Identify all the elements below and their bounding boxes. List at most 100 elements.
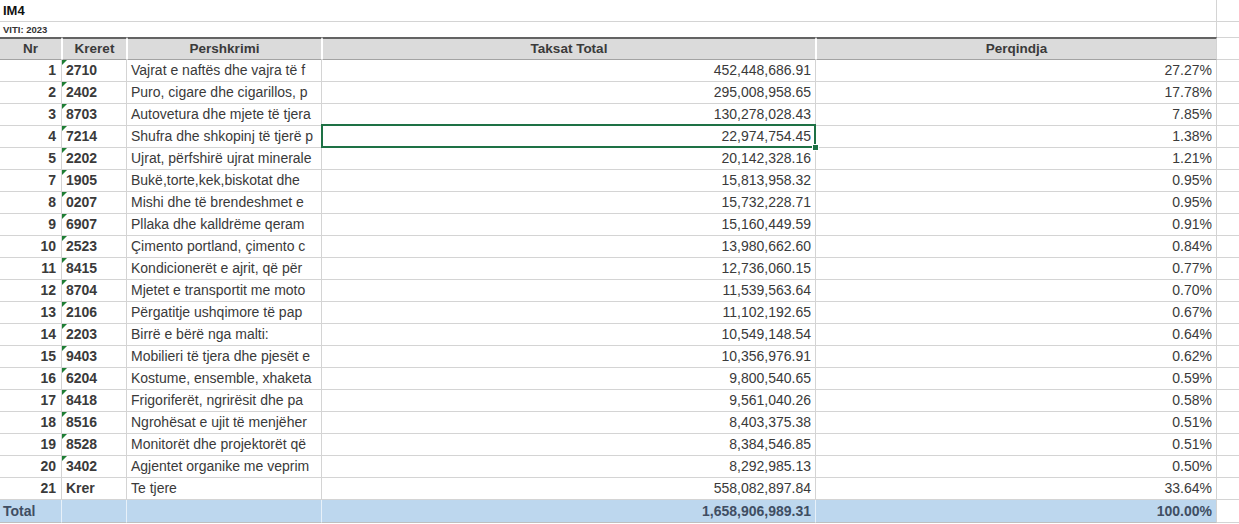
cell-taksat[interactable]: 9,800,540.65 <box>322 368 816 390</box>
cell-pershkrimi[interactable]: Ujrat, përfshirë ujrat minerale <box>127 148 322 170</box>
cell-perqindja[interactable]: 0.51% <box>816 434 1217 456</box>
cell-kreret[interactable]: 2203 <box>62 324 127 346</box>
cell-pershkrimi[interactable]: Pllaka dhe kalldrëme qeram <box>127 214 322 236</box>
cell-pershkrimi[interactable]: Ngrohësat e ujit të menjëher <box>127 412 322 434</box>
cell-empty[interactable] <box>1217 148 1239 170</box>
column-header-nr[interactable]: Nr <box>0 37 62 60</box>
cell-kreret[interactable]: 8704 <box>62 280 127 302</box>
cell-pershkrimi[interactable]: Te tjere <box>127 478 322 500</box>
cell-empty[interactable] <box>1217 412 1239 434</box>
cell-perqindja[interactable]: 0.77% <box>816 258 1217 280</box>
cell-empty[interactable] <box>1217 126 1239 148</box>
cell-nr[interactable]: 16 <box>0 368 62 390</box>
cell-kreret[interactable]: 6907 <box>62 214 127 236</box>
cell-perqindja[interactable]: 0.67% <box>816 302 1217 324</box>
cell-nr[interactable]: 14 <box>0 324 62 346</box>
cell-nr[interactable]: 1 <box>0 60 62 82</box>
cell-nr[interactable]: 17 <box>0 390 62 412</box>
cell-pershkrimi[interactable]: Monitorët dhe projektorët që <box>127 434 322 456</box>
cell-perqindja[interactable]: 0.95% <box>816 192 1217 214</box>
report-year[interactable]: VITI: 2023 <box>3 24 47 35</box>
total-cell-pershkrimi[interactable] <box>127 500 322 523</box>
cell-empty[interactable] <box>1217 302 1239 324</box>
cell-nr[interactable]: 11 <box>0 258 62 280</box>
cell-kreret[interactable]: 2202 <box>62 148 127 170</box>
cell-taksat[interactable]: 130,278,028.43 <box>322 104 816 126</box>
cell-empty[interactable] <box>1217 258 1239 280</box>
column-header-taksat-total[interactable]: Taksat Total <box>322 37 816 60</box>
cell-nr[interactable]: 12 <box>0 280 62 302</box>
cell-pershkrimi[interactable]: Përgatitje ushqimore të pap <box>127 302 322 324</box>
column-header-empty[interactable] <box>1217 37 1239 60</box>
cell-perqindja[interactable]: 0.84% <box>816 236 1217 258</box>
cell-nr[interactable]: 8 <box>0 192 62 214</box>
cell-nr[interactable]: 20 <box>0 456 62 478</box>
cell-taksat[interactable]: 452,448,686.91 <box>322 60 816 82</box>
cell-nr[interactable]: 7 <box>0 170 62 192</box>
cell-pershkrimi[interactable]: Mobilieri të tjera dhe pjesët e <box>127 346 322 368</box>
total-taksat[interactable]: 1,658,906,989.31 <box>322 500 816 523</box>
cell-empty[interactable] <box>1217 368 1239 390</box>
cell-kreret[interactable]: 9403 <box>62 346 127 368</box>
cell-empty[interactable] <box>1217 280 1239 302</box>
cell-pershkrimi[interactable]: Shufra dhe shkopinj të tjerë p <box>127 126 322 148</box>
column-header-pershkrimi[interactable]: Pershkrimi <box>127 37 322 60</box>
cell-taksat[interactable]: 8,292,985.13 <box>322 456 816 478</box>
cell-pershkrimi[interactable]: Mjetet e transportit me moto <box>127 280 322 302</box>
cell-taksat[interactable]: 15,813,958.32 <box>322 170 816 192</box>
cell-kreret[interactable]: Krer <box>62 478 127 500</box>
cell-taksat[interactable]: 8,403,375.38 <box>322 412 816 434</box>
cell-empty[interactable] <box>1217 346 1239 368</box>
cell-kreret[interactable]: 2106 <box>62 302 127 324</box>
cell-taksat[interactable]: 10,356,976.91 <box>322 346 816 368</box>
cell-nr[interactable]: 19 <box>0 434 62 456</box>
cell-empty[interactable] <box>1217 170 1239 192</box>
cell-perqindja[interactable]: 0.91% <box>816 214 1217 236</box>
cell-nr[interactable]: 13 <box>0 302 62 324</box>
cell-empty[interactable] <box>1217 214 1239 236</box>
cell-pershkrimi[interactable]: Mishi dhe të brendeshmet e <box>127 192 322 214</box>
cell-empty[interactable] <box>1217 324 1239 346</box>
cell-taksat[interactable]: 9,561,040.26 <box>322 390 816 412</box>
cell-taksat[interactable]: 558,082,897.84 <box>322 478 816 500</box>
cell-empty[interactable] <box>1217 60 1239 82</box>
column-header-perqindja[interactable]: Perqindja <box>816 37 1217 60</box>
cell-perqindja[interactable]: 0.58% <box>816 390 1217 412</box>
cell-pershkrimi[interactable]: Kondicionerët e ajrit, që për <box>127 258 322 280</box>
cell-taksat[interactable]: 12,736,060.15 <box>322 258 816 280</box>
cell-kreret[interactable]: 8528 <box>62 434 127 456</box>
cell-perqindja[interactable]: 1.21% <box>816 148 1217 170</box>
selected-cell[interactable]: 22,974,754.45 <box>322 126 816 148</box>
cell-empty[interactable] <box>1217 192 1239 214</box>
cell-nr[interactable]: 4 <box>0 126 62 148</box>
total-perqindja[interactable]: 100.00% <box>816 500 1217 523</box>
cell-pershkrimi[interactable]: Birrë e bërë nga malti: <box>127 324 322 346</box>
total-cell-kreret[interactable] <box>62 500 127 523</box>
cell-kreret[interactable]: 2523 <box>62 236 127 258</box>
cell-kreret[interactable]: 8415 <box>62 258 127 280</box>
cell-empty[interactable] <box>1217 456 1239 478</box>
cell-nr[interactable]: 10 <box>0 236 62 258</box>
cell-perqindja[interactable]: 1.38% <box>816 126 1217 148</box>
cell-empty[interactable] <box>1217 478 1239 500</box>
cell-kreret[interactable]: 0207 <box>62 192 127 214</box>
page-title[interactable]: IM4 <box>3 3 25 18</box>
cell-pershkrimi[interactable]: Frigoriferët, ngrirësit dhe pa <box>127 390 322 412</box>
cell-pershkrimi[interactable]: Autovetura dhe mjete të tjera <box>127 104 322 126</box>
column-header-kreret[interactable]: Kreret <box>62 37 127 60</box>
total-cell-empty[interactable] <box>1217 500 1239 523</box>
cell-taksat[interactable]: 20,142,328.16 <box>322 148 816 170</box>
cell-empty[interactable] <box>1217 390 1239 412</box>
cell-empty[interactable] <box>1217 104 1239 126</box>
cell-perqindja[interactable]: 0.59% <box>816 368 1217 390</box>
cell-nr[interactable]: 18 <box>0 412 62 434</box>
cell-empty[interactable] <box>1217 236 1239 258</box>
cell-pershkrimi[interactable]: Kostume, ensemble, xhaketa <box>127 368 322 390</box>
cell-kreret[interactable]: 8418 <box>62 390 127 412</box>
cell-perqindja[interactable]: 0.95% <box>816 170 1217 192</box>
cell-taksat[interactable]: 15,160,449.59 <box>322 214 816 236</box>
cell-nr[interactable]: 3 <box>0 104 62 126</box>
cell-taksat[interactable]: 11,539,563.64 <box>322 280 816 302</box>
cell-pershkrimi[interactable]: Agjentet organike me veprim <box>127 456 322 478</box>
cell-perqindja[interactable]: 27.27% <box>816 60 1217 82</box>
